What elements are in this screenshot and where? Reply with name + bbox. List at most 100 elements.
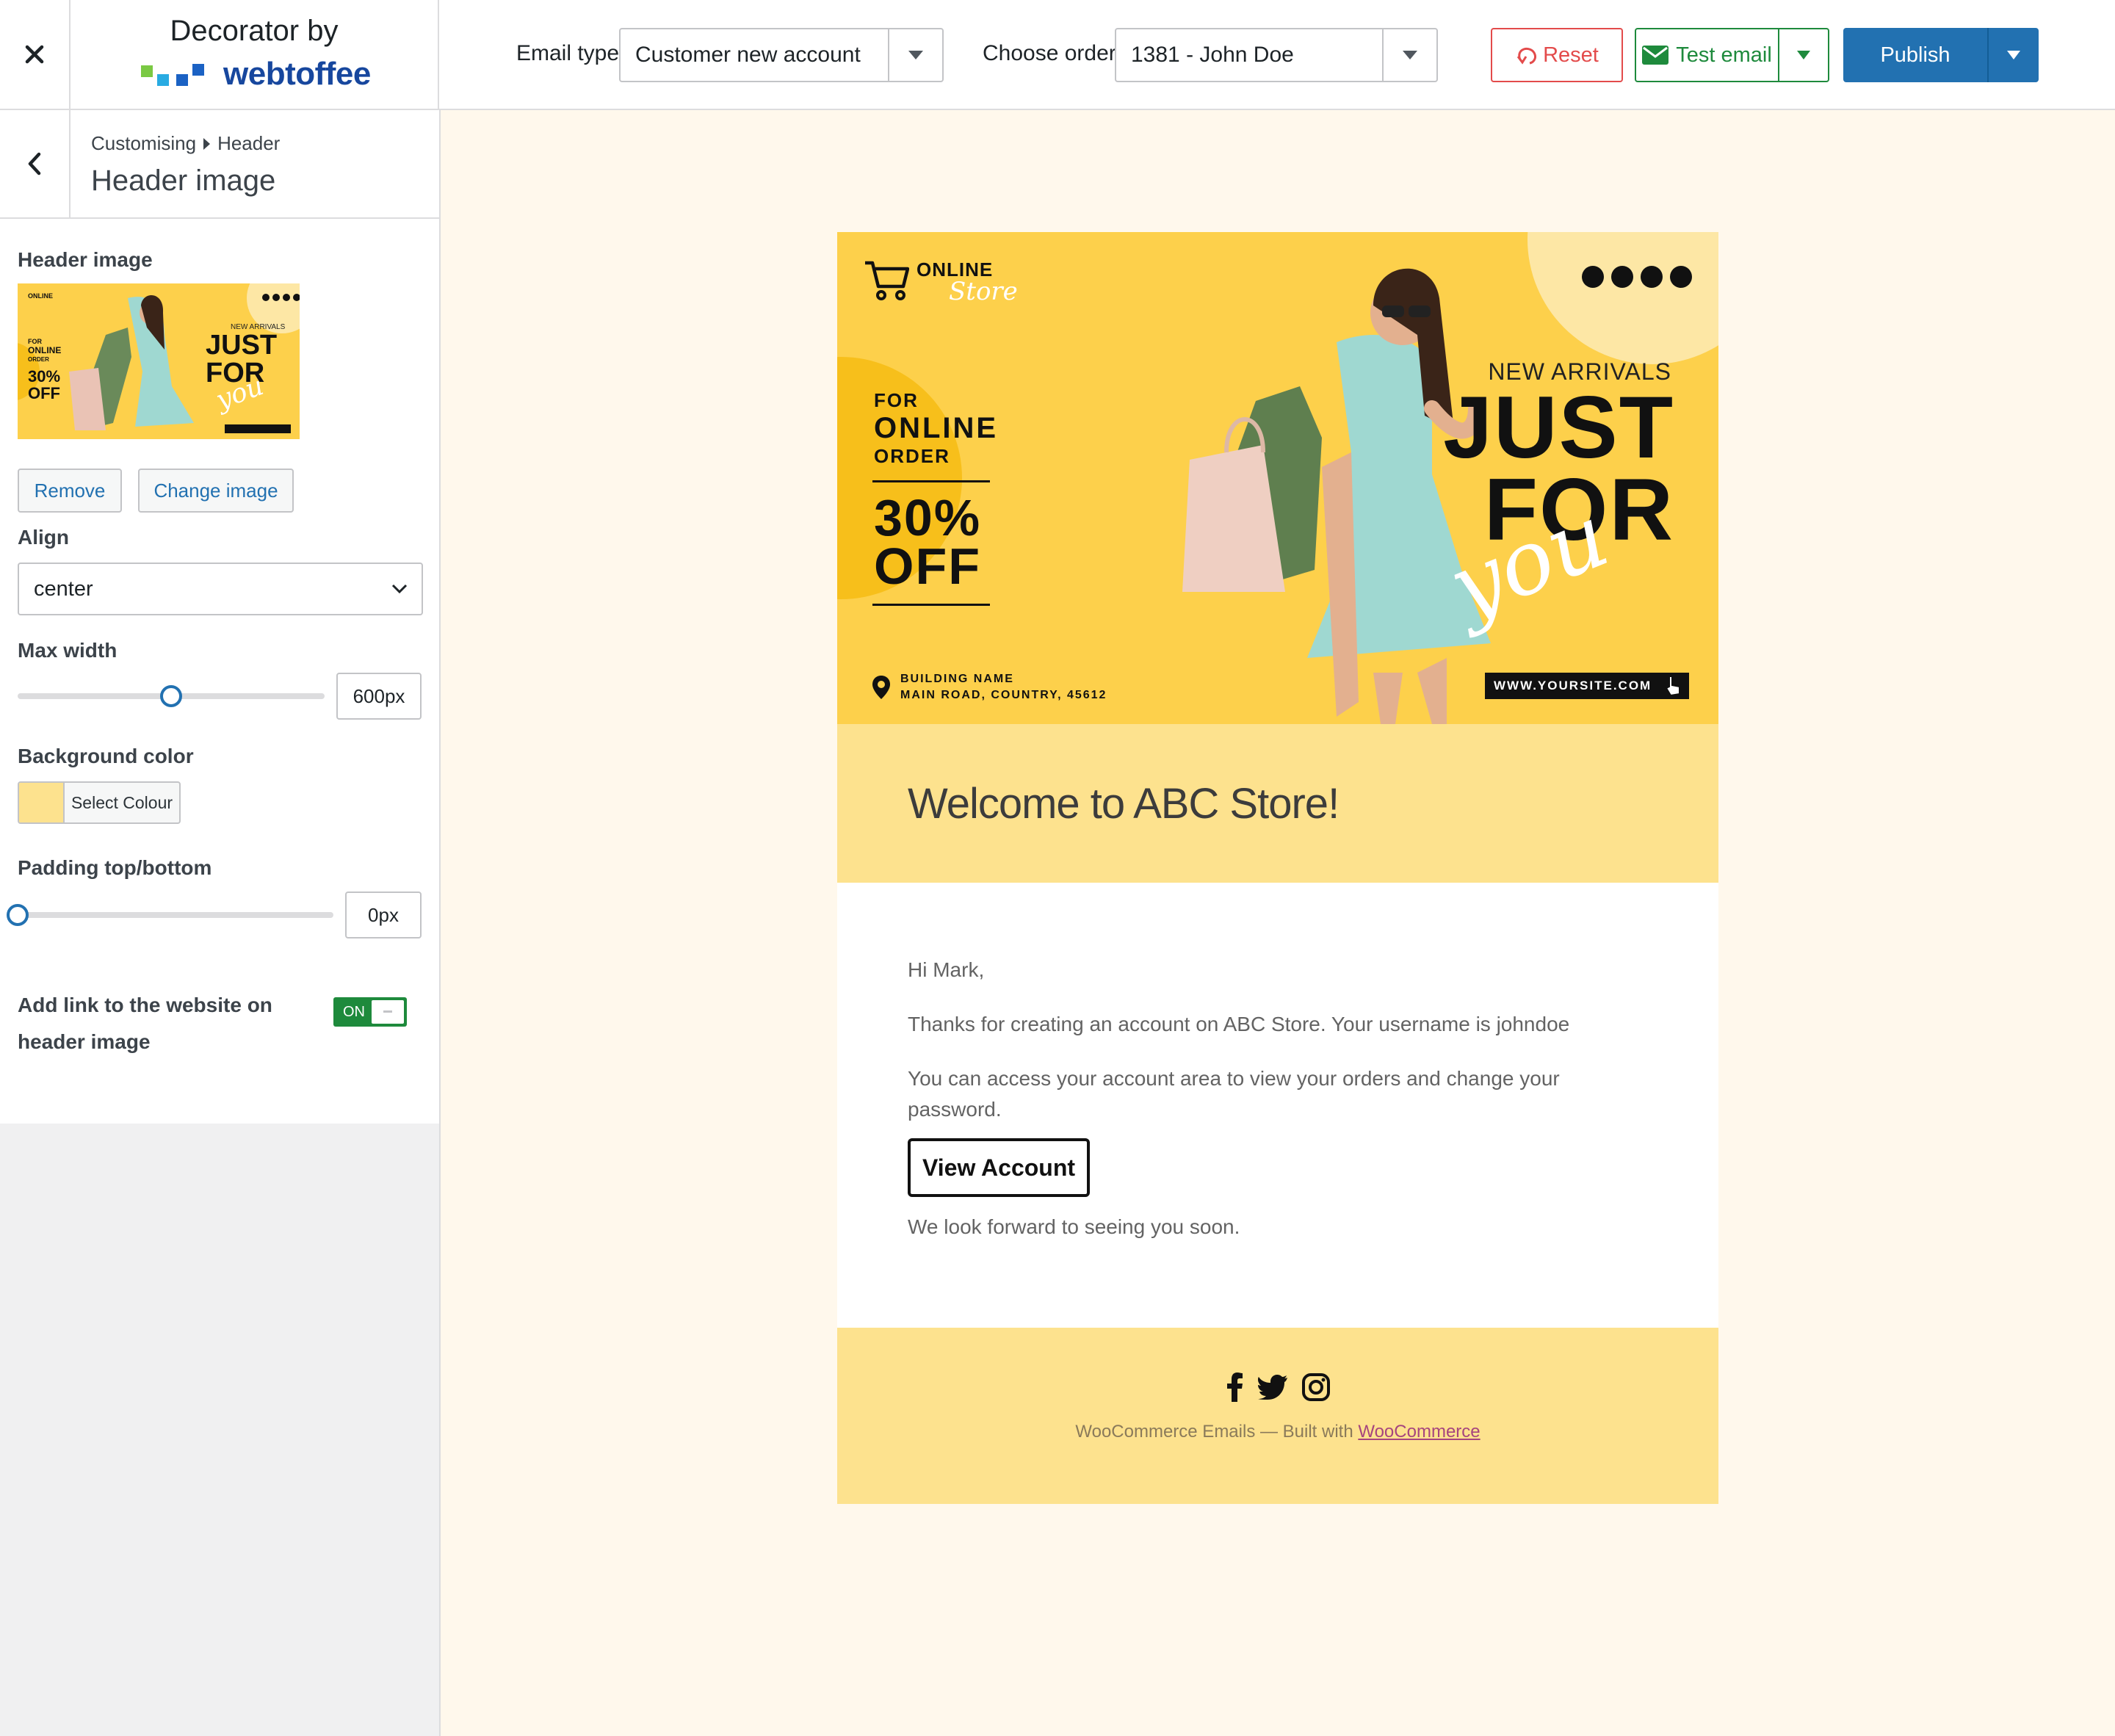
caret-down-icon <box>2007 51 2020 59</box>
customizer-sidebar: Customising Header Header image Header i… <box>0 110 441 1736</box>
banner-logo: ONLINE Store <box>864 258 1018 306</box>
choose-order-value: 1381 - John Doe <box>1131 43 1294 67</box>
header-image-banner[interactable]: ONLINE Store FOR ONLINE ORDER 30% OFF BU… <box>837 232 1718 724</box>
location-pin-icon <box>872 676 890 699</box>
banner-website: WWW.YOURSITE.COM <box>1485 673 1689 699</box>
max-width-input[interactable]: 600px <box>336 673 422 720</box>
choose-order-select[interactable]: 1381 - John Doe <box>1115 28 1438 82</box>
breadcrumb-item[interactable]: Header <box>217 132 280 155</box>
max-width-slider-handle[interactable] <box>160 685 182 707</box>
banner-online: ONLINE <box>874 412 999 444</box>
close-button[interactable] <box>0 0 70 109</box>
test-email-dropdown[interactable] <box>1778 29 1828 81</box>
back-icon <box>28 152 41 176</box>
publish-button-group: Publish <box>1843 28 2039 82</box>
section-title: Header image <box>91 164 276 197</box>
header-image-label: Header image <box>18 248 153 271</box>
close-icon <box>25 45 44 64</box>
email-type-label: Email type <box>516 41 620 65</box>
padding-slider-handle[interactable] <box>7 904 29 926</box>
publish-button[interactable]: Publish <box>1843 28 1987 82</box>
banner-site-text: WWW.YOURSITE.COM <box>1494 679 1652 692</box>
padding-slider-track[interactable] <box>18 912 333 918</box>
email-heading-block: Welcome to ABC Store! <box>837 724 1718 883</box>
reset-button[interactable]: Reset <box>1491 28 1623 82</box>
svg-text:30%: 30% <box>28 367 60 386</box>
cart-icon <box>865 261 909 300</box>
header-image-thumbnail[interactable]: ONLINE FOR ONLINE ORDER 30% OFF NEW ARRI… <box>18 283 300 439</box>
email-paragraph: You can access your account area to view… <box>908 1067 1560 1121</box>
align-label: Align <box>18 526 69 549</box>
banner-percent: 30% <box>874 489 982 546</box>
email-paragraph: Thanks for creating an account on ABC St… <box>908 1013 1570 1035</box>
padding-input[interactable]: 0px <box>345 891 422 938</box>
remove-label: Remove <box>34 479 106 502</box>
twitter-icon[interactable] <box>1258 1375 1287 1400</box>
breadcrumb: Customising Header <box>91 132 280 155</box>
max-width-label: Max width <box>18 639 118 662</box>
pointer-hand-icon <box>1665 676 1681 697</box>
background-color-label: Background color <box>18 745 194 767</box>
caret-down-icon <box>1797 51 1810 59</box>
brand-header: Decorator by webtoffee <box>70 0 439 109</box>
webtoffee-logo-icon <box>141 64 204 86</box>
svg-text:OFF: OFF <box>28 384 60 402</box>
svg-text:ONLINE: ONLINE <box>28 345 61 355</box>
select-colour-label: Select Colour <box>70 792 173 812</box>
reset-label: Reset <box>1543 43 1599 67</box>
background-color-picker[interactable]: Select Colour <box>18 781 181 824</box>
brand-title: Decorator by <box>170 15 339 47</box>
mail-icon <box>1642 46 1669 65</box>
woocommerce-link[interactable]: WooCommerce <box>1358 1422 1480 1442</box>
facebook-icon[interactable] <box>1226 1372 1243 1402</box>
choose-order-label: Choose order <box>983 41 1116 65</box>
test-email-button[interactable]: Test email <box>1636 29 1778 81</box>
svg-text:FOR: FOR <box>28 338 42 345</box>
section-header: Customising Header Header image <box>0 110 439 219</box>
email-greeting: Hi Mark, <box>908 958 985 981</box>
top-toolbar: Decorator by webtoffee Email type Custom… <box>0 0 2115 110</box>
test-email-label: Test email <box>1676 43 1772 67</box>
link-toggle[interactable]: ON <box>333 997 407 1027</box>
settings-panel: Header image ONLINE FOR ONLINE ORDER 30%… <box>0 219 439 1124</box>
banner-rule <box>872 604 990 606</box>
banner-rule <box>872 480 990 482</box>
align-select[interactable]: center <box>18 563 423 615</box>
view-account-button[interactable]: View Account <box>908 1138 1091 1197</box>
caret-down-icon <box>908 51 923 59</box>
footer-text: WooCommerce Emails — Built with WooComme… <box>837 1422 1718 1442</box>
grip-icon <box>383 1010 392 1013</box>
svg-text:JUST: JUST <box>206 330 277 361</box>
breadcrumb-item[interactable]: Customising <box>91 132 196 155</box>
caret-down-icon <box>1403 51 1417 59</box>
chevron-down-icon <box>391 584 408 594</box>
publish-label: Publish <box>1880 43 1950 67</box>
email-footer: WooCommerce Emails — Built with WooComme… <box>837 1328 1718 1504</box>
color-swatch <box>19 783 65 822</box>
instagram-icon <box>1582 266 1604 288</box>
webtoffee-logo: webtoffee <box>141 56 371 93</box>
caret-right-icon <box>203 137 211 150</box>
publish-dropdown[interactable] <box>1987 28 2039 82</box>
facebook-icon <box>1611 266 1633 288</box>
back-button[interactable] <box>0 110 70 217</box>
whatsapp-icon <box>1670 266 1692 288</box>
email-type-value: Customer new account <box>635 43 861 67</box>
email-type-dropdown[interactable] <box>888 29 942 81</box>
remove-image-button[interactable]: Remove <box>18 469 122 513</box>
align-value: center <box>34 576 93 601</box>
test-email-button-group: Test email <box>1635 28 1829 82</box>
email-heading: Welcome to ABC Store! <box>908 779 1340 828</box>
align-arrow <box>377 584 422 594</box>
change-image-button[interactable]: Change image <box>138 469 294 513</box>
instagram-icon[interactable] <box>1302 1373 1330 1401</box>
email-type-select[interactable]: Customer new account <box>619 28 944 82</box>
svg-text:ONLINE: ONLINE <box>28 292 53 300</box>
reset-icon <box>1516 47 1537 65</box>
choose-order-dropdown[interactable] <box>1382 29 1436 81</box>
twitter-icon <box>1641 266 1663 288</box>
change-image-label: Change image <box>153 479 278 502</box>
toggle-knob <box>372 1000 404 1024</box>
footer-prefix: WooCommerce Emails — Built with <box>1075 1422 1359 1442</box>
banner-offer-heading: FOR ONLINE ORDER <box>874 389 998 468</box>
